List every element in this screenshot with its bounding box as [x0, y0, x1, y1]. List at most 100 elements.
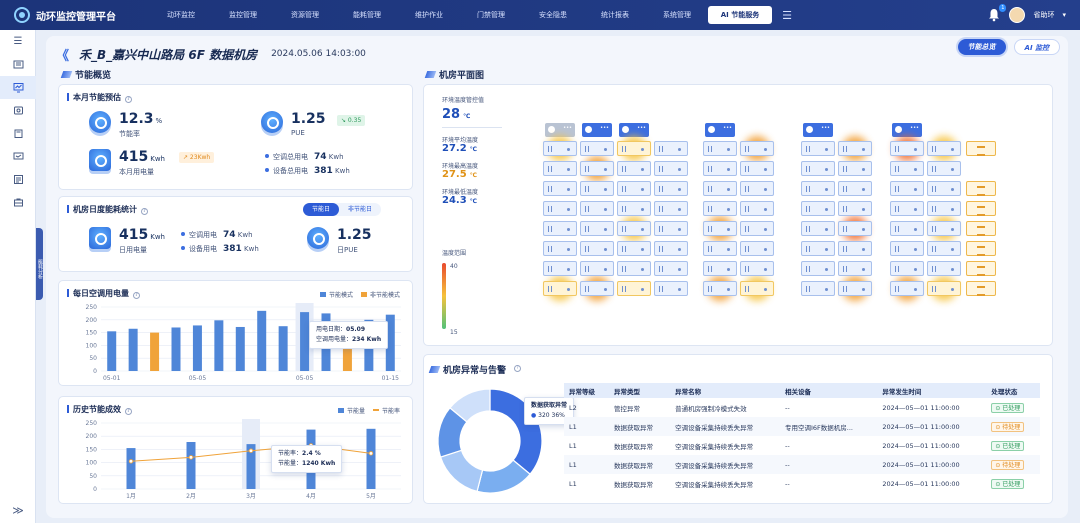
rack-cabinet[interactable] [617, 181, 651, 196]
table-row[interactable]: L1 数据获取异常 空调设备采集持续丢失异常 -- 2024—05—01 11:00:0… [564, 474, 1040, 493]
tab-non-saving-day[interactable]: 非节能日 [339, 203, 381, 216]
ac-unit-icon[interactable]: ••• [545, 123, 575, 137]
table-row[interactable]: L2 管控异常 普通机房强制冷模式失效 -- 2024—05—01 11:00:00 ⊙ … [564, 398, 1040, 417]
rack-cabinet[interactable] [580, 141, 614, 156]
column-header[interactable]: 异常类型 [608, 383, 671, 398]
rack-cabinet[interactable] [654, 161, 688, 176]
rack-cabinet[interactable] [654, 181, 688, 196]
rack-cabinet[interactable] [543, 141, 577, 156]
help-icon[interactable]: ? [125, 408, 132, 415]
rack-cabinet[interactable] [801, 181, 835, 196]
nav-item-ai-active[interactable]: AI 节能服务 [708, 6, 772, 24]
power-cabinet-icon[interactable] [966, 241, 996, 256]
rack-cabinet[interactable] [617, 201, 651, 216]
rack-cabinet[interactable] [580, 181, 614, 196]
back-chevron-icon[interactable]: 《 [56, 45, 69, 64]
sidebar-item-screen[interactable] [0, 145, 36, 168]
status-badge[interactable]: ⊙ 已处理 [991, 402, 1025, 413]
rack-cabinet[interactable] [838, 241, 872, 256]
rack-cabinet[interactable] [543, 201, 577, 216]
rack-cabinet[interactable] [580, 281, 614, 296]
rack-cabinet[interactable] [740, 181, 774, 196]
rack-cabinet[interactable] [654, 241, 688, 256]
legend-item[interactable]: 节能率 [372, 406, 400, 415]
legend-item[interactable]: 节能量 [337, 406, 365, 415]
rack-cabinet[interactable] [890, 221, 924, 236]
nav-item[interactable]: 安全隐患 [522, 0, 584, 30]
rack-cabinet[interactable] [801, 141, 835, 156]
rack-cabinet[interactable] [654, 281, 688, 296]
energy-overview-button[interactable]: 节能总览 [957, 39, 1006, 55]
rack-cabinet[interactable] [890, 281, 924, 296]
nav-item[interactable]: 维护作业 [398, 0, 460, 30]
rack-cabinet[interactable] [890, 241, 924, 256]
power-cabinet-icon[interactable] [966, 281, 996, 296]
rack-cabinet[interactable] [838, 161, 872, 176]
rack-cabinet[interactable] [703, 201, 737, 216]
rack-cabinet[interactable] [543, 281, 577, 296]
sidebar-item-files[interactable] [0, 122, 36, 145]
chevron-down-icon[interactable]: ▾ [1062, 11, 1066, 19]
rack-cabinet[interactable] [890, 141, 924, 156]
rack-cabinet[interactable] [703, 221, 737, 236]
rack-cabinet[interactable] [801, 161, 835, 176]
rack-cabinet[interactable] [740, 261, 774, 276]
rack-cabinet[interactable] [838, 221, 872, 236]
column-header[interactable]: 处理状态 [986, 383, 1040, 398]
tab-energy-saving-day[interactable]: 节能日 [303, 203, 340, 216]
rack-cabinet[interactable] [890, 201, 924, 216]
power-cabinet-icon[interactable] [966, 261, 996, 276]
power-cabinet-icon[interactable] [966, 201, 996, 216]
rack-cabinet[interactable] [617, 141, 651, 156]
sidebar-item-device[interactable] [0, 99, 36, 122]
rack-cabinet[interactable] [703, 141, 737, 156]
rack-cabinet[interactable] [740, 201, 774, 216]
sidebar-item-tools[interactable] [0, 191, 36, 214]
rack-cabinet[interactable] [740, 221, 774, 236]
column-header[interactable]: 相关设备 [779, 383, 878, 398]
rack-cabinet[interactable] [838, 181, 872, 196]
rack-cabinet[interactable] [890, 161, 924, 176]
rack-cabinet[interactable] [617, 281, 651, 296]
rack-cabinet[interactable] [927, 181, 961, 196]
ac-unit-icon[interactable]: ••• [582, 123, 612, 137]
sidebar-item-report[interactable] [0, 168, 36, 191]
menu-icon[interactable]: ☰ [772, 9, 802, 22]
nav-item[interactable]: 资源管理 [274, 0, 336, 30]
rack-cabinet[interactable] [801, 241, 835, 256]
help-icon[interactable]: ? [141, 208, 148, 215]
rack-cabinet[interactable] [801, 261, 835, 276]
rack-cabinet[interactable] [927, 241, 961, 256]
nav-item[interactable]: 系统管理 [646, 0, 708, 30]
rack-cabinet[interactable] [927, 281, 961, 296]
sidebar-item-dashboard[interactable] [0, 53, 36, 76]
power-cabinet-icon[interactable] [966, 221, 996, 236]
rack-cabinet[interactable] [617, 221, 651, 236]
rack-cabinet[interactable] [580, 241, 614, 256]
hamburger-icon[interactable]: ☰ [0, 30, 36, 53]
ac-unit-icon[interactable]: ••• [803, 123, 833, 137]
rack-cabinet[interactable] [617, 261, 651, 276]
rack-cabinet[interactable] [801, 281, 835, 296]
rack-cabinet[interactable] [740, 141, 774, 156]
rack-cabinet[interactable] [543, 181, 577, 196]
nav-item[interactable]: 统计报表 [584, 0, 646, 30]
rack-cabinet[interactable] [580, 221, 614, 236]
ac-unit-icon[interactable]: ••• [892, 123, 922, 137]
rack-cabinet[interactable] [838, 261, 872, 276]
rack-cabinet[interactable] [927, 201, 961, 216]
rack-cabinet[interactable] [617, 241, 651, 256]
rack-cabinet[interactable] [838, 281, 872, 296]
status-badge[interactable]: ⊙ 待处理 [991, 421, 1025, 432]
rack-cabinet[interactable] [801, 221, 835, 236]
rack-cabinet[interactable] [654, 201, 688, 216]
table-row[interactable]: L1 数据获取异常 空调设备采集持续丢失异常 -- 2024—05—01 11:00:0… [564, 436, 1040, 455]
rack-cabinet[interactable] [703, 161, 737, 176]
rack-cabinet[interactable] [740, 241, 774, 256]
nav-item[interactable]: 监控管理 [212, 0, 274, 30]
rack-cabinet[interactable] [838, 201, 872, 216]
rack-cabinet[interactable] [927, 141, 961, 156]
rack-cabinet[interactable] [580, 261, 614, 276]
rack-cabinet[interactable] [927, 161, 961, 176]
rack-cabinet[interactable] [654, 221, 688, 236]
